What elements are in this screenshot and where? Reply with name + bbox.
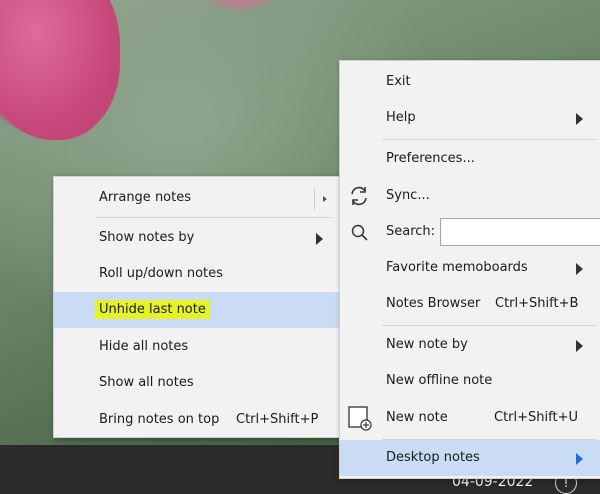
menu-separator	[382, 325, 597, 326]
submenu-arrow-icon	[576, 340, 583, 352]
menu-item-help[interactable]: Help	[340, 100, 600, 136]
menu-item-desktop-notes[interactable]: Desktop notes	[340, 440, 600, 476]
menu-item-label: New note	[386, 410, 448, 425]
menu-separator	[382, 139, 597, 140]
menu-item-roll-notes[interactable]: Roll up/down notes	[54, 256, 340, 292]
menu-item-notes-browser[interactable]: Notes Browser Ctrl+Shift+B	[340, 286, 600, 322]
menu-item-new-note[interactable]: New note Ctrl+Shift+U	[340, 400, 600, 436]
menu-item-label: Roll up/down notes	[99, 266, 223, 281]
sync-icon	[351, 186, 367, 206]
menu-item-bring-notes-on-top[interactable]: Bring notes on top Ctrl+Shift+P	[54, 402, 340, 438]
menu-item-label: Favorite memoboards	[386, 260, 528, 275]
search-input[interactable]	[440, 218, 600, 246]
menu-item-preferences[interactable]: Preferences...	[340, 141, 600, 177]
submenu-arrow-icon	[576, 263, 583, 275]
menu-item-label: Unhide last note	[95, 300, 210, 319]
menu-item-label: Show notes by	[99, 230, 195, 245]
menu-item-favorite-memoboards[interactable]: Favorite memoboards	[340, 250, 600, 286]
menu-item-label: New note by	[386, 337, 468, 352]
menu-item-shortcut: Ctrl+Shift+U	[494, 410, 578, 425]
menu-item-label: Bring notes on top	[99, 412, 220, 427]
menu-item-shortcut: Ctrl+Shift+P	[236, 412, 319, 427]
menu-item-show-notes-by[interactable]: Show notes by	[54, 220, 340, 256]
menu-item-hide-all-notes[interactable]: Hide all notes	[54, 329, 340, 365]
split-divider	[314, 188, 315, 210]
menu-item-exit[interactable]: Exit	[340, 64, 600, 100]
menu-item-sync[interactable]: Sync...	[340, 178, 600, 214]
submenu-arrow-icon[interactable]	[323, 196, 327, 202]
menu-item-label: Help	[386, 110, 416, 125]
menu-item-label: Arrange notes	[99, 190, 192, 205]
menu-separator	[96, 217, 332, 218]
wallpaper-flower	[0, 0, 120, 140]
menu-item-label: Notes Browser	[386, 296, 481, 311]
new-note-icon	[348, 406, 372, 431]
submenu-arrow-icon	[576, 453, 583, 465]
menu-item-shortcut: Ctrl+Shift+B	[495, 296, 579, 311]
menu-item-label: Show all notes	[99, 375, 194, 390]
menu-item-label: Search:	[386, 224, 436, 239]
menu-item-new-note-by[interactable]: New note by	[340, 327, 600, 363]
menu-item-unhide-last-note[interactable]: Unhide last note	[54, 292, 340, 328]
menu-item-label: Preferences...	[386, 151, 475, 166]
menu-item-label: Exit	[386, 74, 411, 89]
tray-context-menu: Exit Help Preferences... Sync... Search:…	[339, 60, 600, 479]
search-icon	[351, 224, 368, 241]
submenu-arrow-icon	[576, 113, 583, 125]
wallpaper-flower-2	[200, 0, 280, 10]
menu-item-show-all-notes[interactable]: Show all notes	[54, 365, 340, 401]
menu-item-new-offline-note[interactable]: New offline note	[340, 363, 600, 399]
menu-item-arrange-notes[interactable]: Arrange notes	[54, 180, 340, 216]
submenu-arrow-icon	[316, 233, 323, 245]
desktop-notes-submenu: Arrange notes Show notes by Roll up/down…	[53, 176, 341, 438]
menu-item-label: Desktop notes	[386, 450, 480, 465]
menu-item-label: Hide all notes	[99, 339, 189, 354]
menu-item-label: Sync...	[386, 188, 430, 203]
menu-item-label: New offline note	[386, 373, 493, 388]
